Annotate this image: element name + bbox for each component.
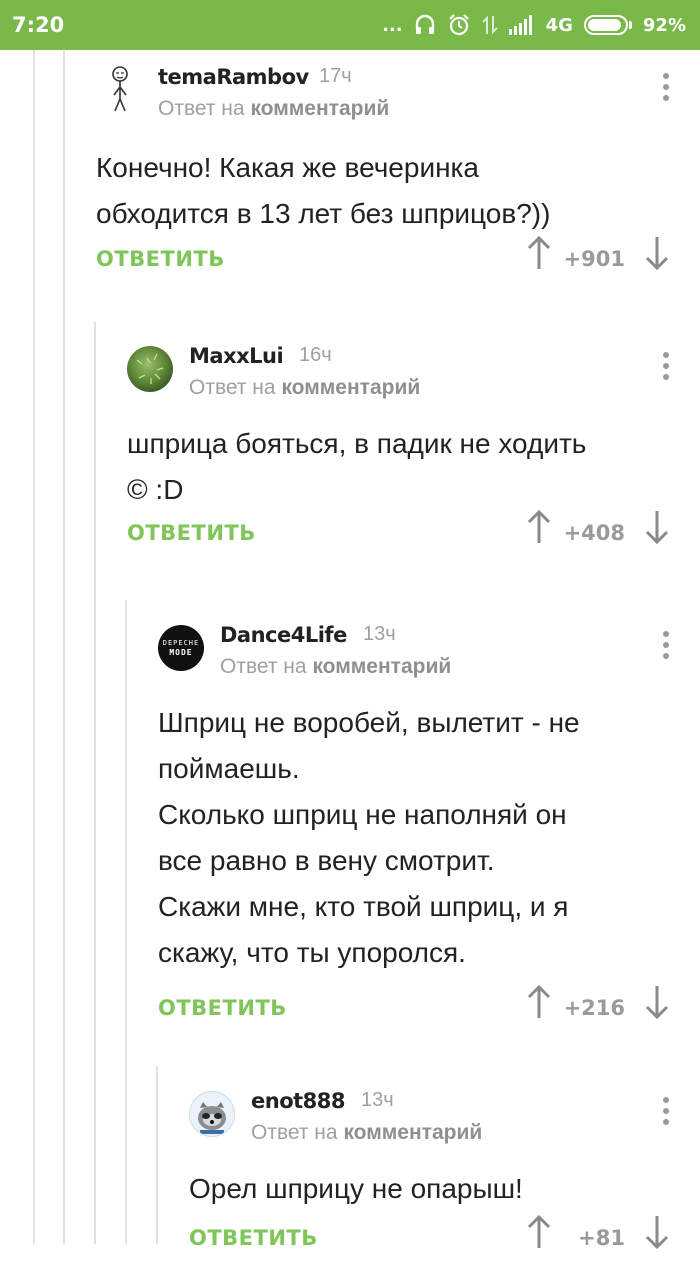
comment-author[interactable]: MaxxLui <box>189 344 284 368</box>
reply-to-link[interactable]: комментарий <box>343 1121 482 1144</box>
comment-text: Конечно! Какая же вечеринка обходится в 1… <box>96 152 551 229</box>
reply-to-label[interactable]: Ответ на комментарий <box>251 1121 482 1145</box>
comment: temaRambov 17ч Ответ на комментарий Коне… <box>96 65 700 297</box>
thread-line <box>33 50 35 1244</box>
comment: DEPECHE MODE Dance4Life 13ч Ответ на ком… <box>158 623 700 1046</box>
battery-icon <box>583 15 632 35</box>
comment-author[interactable]: temaRambov <box>158 65 309 89</box>
comment: enot888 13ч Ответ на комментарий Орел шп… <box>189 1089 700 1276</box>
rating-value: +81 <box>578 1226 625 1250</box>
upvote-arrow-icon[interactable] <box>526 1214 552 1255</box>
upvote-arrow-icon[interactable] <box>526 509 552 550</box>
network-type: 4G <box>545 14 573 36</box>
avatar[interactable] <box>100 65 140 115</box>
alarm-icon <box>447 13 471 37</box>
avatar[interactable] <box>189 1091 235 1137</box>
reply-button[interactable]: ОТВЕТИТЬ <box>127 521 256 545</box>
upvote-arrow-icon[interactable] <box>526 984 552 1025</box>
reply-to-link[interactable]: комментарий <box>250 97 389 120</box>
comment-text: Орел шприцу не опарыш! <box>189 1173 523 1204</box>
signal-icon <box>508 15 535 35</box>
comment-text: Шприц не воробей, вылетит - не поймаешь.… <box>158 707 580 968</box>
more-options-icon[interactable] <box>662 73 670 101</box>
rating-value: +901 <box>563 247 625 271</box>
downvote-arrow-icon[interactable] <box>644 509 670 550</box>
comment: MaxxLui 16ч Ответ на комментарий шприца … <box>127 344 700 571</box>
thread-line <box>125 600 127 1244</box>
avatar[interactable]: DEPECHE MODE <box>158 625 204 671</box>
data-transfer-icon <box>481 14 498 36</box>
reply-to-link[interactable]: комментарий <box>281 376 420 399</box>
downvote-arrow-icon[interactable] <box>644 1214 670 1255</box>
status-time: 7:20 <box>12 13 65 37</box>
comment-text: шприца бояться, в падик не ходить © :D <box>127 428 587 505</box>
reply-button[interactable]: ОТВЕТИТЬ <box>96 247 225 271</box>
reply-to-label[interactable]: Ответ на комментарий <box>158 97 389 121</box>
more-notifications-indicator: ... <box>382 14 403 36</box>
more-options-icon[interactable] <box>662 631 670 659</box>
comment-author[interactable]: Dance4Life <box>220 623 347 647</box>
more-options-icon[interactable] <box>662 1097 670 1125</box>
headphones-icon <box>414 14 436 36</box>
rating-value: +408 <box>563 521 625 545</box>
downvote-arrow-icon[interactable] <box>644 984 670 1025</box>
avatar-logo-text: DEPECHE <box>162 639 200 647</box>
reply-button[interactable]: ОТВЕТИТЬ <box>158 996 287 1020</box>
reply-button[interactable]: ОТВЕТИТЬ <box>189 1226 318 1250</box>
comment-time: 17ч <box>319 65 352 87</box>
comment-time: 13ч <box>363 623 396 645</box>
downvote-arrow-icon[interactable] <box>644 235 670 276</box>
battery-percent: 92% <box>642 14 686 36</box>
reply-to-link[interactable]: комментарий <box>312 655 451 678</box>
battery-level-fill <box>587 19 622 31</box>
avatar[interactable] <box>127 346 173 392</box>
status-icons: ... 4G 92% <box>382 13 686 37</box>
upvote-arrow-icon[interactable] <box>526 235 552 276</box>
comment-time: 13ч <box>361 1089 394 1111</box>
reply-to-label[interactable]: Ответ на комментарий <box>220 655 451 679</box>
reply-to-label[interactable]: Ответ на комментарий <box>189 376 420 400</box>
rating-value: +216 <box>563 996 625 1020</box>
thread-line <box>156 1066 158 1244</box>
status-bar: 7:20 ... 4G 92% <box>0 0 700 50</box>
thread-line <box>94 322 96 1244</box>
avatar-logo-text: MODE <box>169 648 193 657</box>
comment-time: 16ч <box>299 344 332 366</box>
thread-line <box>63 50 65 1244</box>
comment-author[interactable]: enot888 <box>251 1089 346 1113</box>
more-options-icon[interactable] <box>662 352 670 380</box>
